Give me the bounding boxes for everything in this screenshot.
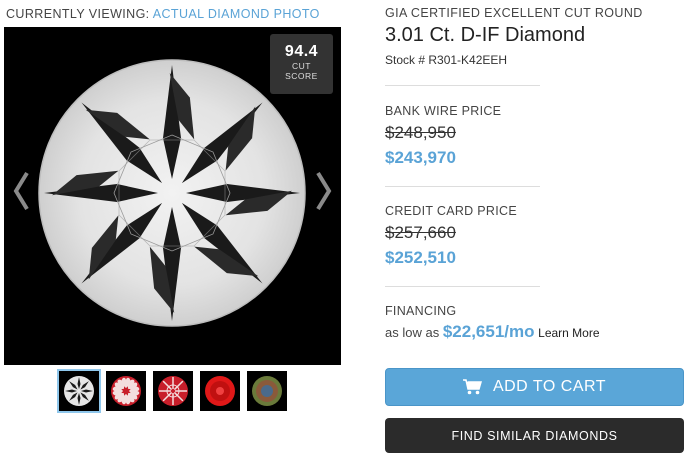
- thumbnail-ideal-scope[interactable]: [200, 371, 240, 411]
- thumbnail-arrows-view[interactable]: [153, 371, 193, 411]
- financing-label: FINANCING: [385, 304, 457, 318]
- find-similar-button[interactable]: FIND SIMILAR DIAMONDS: [385, 418, 684, 453]
- thumbnail-aset-scope[interactable]: [247, 371, 287, 411]
- next-image-arrow-icon[interactable]: [311, 167, 335, 215]
- divider: [385, 186, 540, 187]
- certification-label: GIA CERTIFIED EXCELLENT CUT ROUND: [385, 6, 643, 20]
- arrows-thumb-icon: [158, 376, 188, 406]
- thumbnail-hearts-view[interactable]: [106, 371, 146, 411]
- viewing-prefix: CURRENTLY VIEWING:: [6, 7, 150, 21]
- bank-wire-price: $243,970: [385, 148, 456, 167]
- diamond-thumb-icon: [64, 376, 94, 406]
- aset-scope-thumb-icon: [252, 376, 282, 406]
- divider: [385, 85, 540, 86]
- credit-card-old-price: $257,660: [385, 223, 456, 242]
- add-to-cart-button[interactable]: ADD TO CART: [385, 368, 684, 406]
- cart-icon: [462, 379, 482, 395]
- stock-number: Stock # R301-K42EEH: [385, 53, 508, 67]
- viewing-mode: ACTUAL DIAMOND PHOTO: [152, 7, 320, 21]
- bank-wire-label: BANK WIRE PRICE: [385, 104, 502, 118]
- learn-more-link[interactable]: Learn More: [538, 326, 599, 340]
- financing-line: as low as $22,651/mo Learn More: [385, 322, 600, 342]
- financing-prefix: as low as: [385, 325, 440, 340]
- diamond-photo-viewer: 94.4 CUT SCORE: [4, 27, 341, 365]
- cut-score-label-2: SCORE: [285, 71, 318, 81]
- ideal-scope-thumb-icon: [205, 376, 235, 406]
- cut-score-label-1: CUT: [292, 61, 311, 71]
- divider: [385, 286, 540, 287]
- cut-score-value: 94.4: [284, 43, 319, 60]
- credit-card-label: CREDIT CARD PRICE: [385, 204, 517, 218]
- add-to-cart-label: ADD TO CART: [492, 378, 607, 395]
- viewing-mode-label: CURRENTLY VIEWING: ACTUAL DIAMOND PHOTO: [6, 7, 320, 21]
- credit-card-price: $252,510: [385, 248, 456, 267]
- financing-amount: $22,651/mo: [442, 322, 535, 341]
- previous-image-arrow-icon[interactable]: [10, 167, 34, 215]
- cut-score-badge: 94.4 CUT SCORE: [270, 34, 333, 94]
- product-title: 3.01 Ct. D-IF Diamond: [385, 24, 586, 46]
- thumbnail-diamond-photo[interactable]: [57, 369, 101, 413]
- find-similar-label: FIND SIMILAR DIAMONDS: [451, 428, 618, 443]
- hearts-thumb-icon: [111, 376, 141, 406]
- bank-wire-old-price: $248,950: [385, 123, 456, 142]
